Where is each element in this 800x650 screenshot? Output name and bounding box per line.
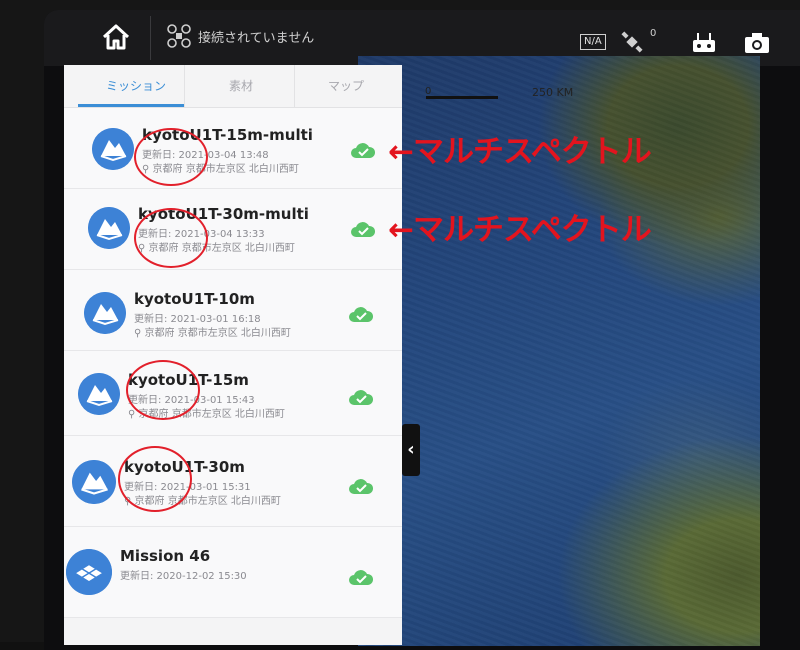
mission-title: Mission 46: [120, 547, 211, 565]
annotation-label: ←マルチスペクトル: [388, 212, 652, 248]
tab-map[interactable]: マップ: [328, 77, 364, 94]
map-scale-label: 250 KM: [532, 86, 574, 99]
annotation-circle: [134, 208, 208, 268]
tab-divider: [294, 65, 295, 107]
mission-mapping-icon: [84, 292, 126, 334]
remote-controller-icon[interactable]: [692, 32, 716, 54]
panel-tabs: ミッション 素材 マップ: [64, 65, 402, 108]
tab-materials[interactable]: 素材: [229, 77, 253, 94]
cloud-synced-icon: [349, 390, 374, 405]
cloud-synced-icon: [349, 570, 374, 585]
mission-list-item[interactable]: kyotoU1T-15m 更新日: 2021-03-01 15:43 ⚲ 京都府…: [64, 351, 402, 436]
collapse-panel-button[interactable]: ‹: [402, 424, 420, 476]
active-tab-indicator: [78, 104, 184, 107]
mission-location: ⚲ 京都府 京都市左京区 北白川西町: [134, 328, 291, 339]
annotation-label: ←マルチスペクトル: [388, 134, 652, 170]
camera-icon[interactable]: [744, 32, 770, 54]
drone-icon: [167, 24, 191, 48]
connection-status: 接続されていません: [198, 31, 315, 46]
cloud-synced-icon: [349, 479, 374, 494]
annotation-circle: [126, 360, 200, 420]
mission-list-item[interactable]: kyotoU1T-30m-multi 更新日: 2021-03-04 13:33…: [64, 189, 402, 270]
cloud-synced-icon: [351, 143, 376, 158]
satellite-icon: [621, 31, 643, 53]
tab-divider: [184, 65, 185, 107]
mission-list-item[interactable]: kyotoU1T-15m-multi 更新日: 2021-03-04 13:48…: [64, 108, 402, 189]
mission-mapping-icon: [92, 128, 134, 170]
cloud-synced-icon: [351, 222, 376, 237]
gps-status-badge: N/A: [580, 34, 606, 50]
annotation-circle: [134, 128, 208, 186]
mission-location-text: 京都府 京都市左京区 北白川西町: [144, 328, 291, 339]
mission-updated-date: 更新日: 2021-03-01 16:18: [134, 314, 261, 325]
mission-list-item[interactable]: kyotoU1T-10m 更新日: 2021-03-01 16:18 ⚲ 京都府…: [64, 270, 402, 351]
mission-updated-date: 更新日: 2020-12-02 15:30: [120, 571, 247, 582]
mission-mapping-icon: [88, 207, 130, 249]
mission-list-item[interactable]: Mission 46 更新日: 2020-12-02 15:30: [64, 527, 402, 618]
map-scale-bar: [426, 96, 498, 99]
satellite-count: 0: [650, 28, 657, 39]
top-bar-divider: [150, 16, 151, 60]
cloud-synced-icon: [349, 307, 374, 322]
home-icon[interactable]: [99, 20, 133, 54]
mission-panel: ミッション 素材 マップ kyotoU1T-15m-multi 更新日: 202…: [64, 65, 402, 645]
mission-mapping-icon: [78, 373, 120, 415]
mission-title: kyotoU1T-10m: [134, 290, 255, 308]
mission-mapping-icon: [72, 460, 116, 504]
mission-waypoint-grid-icon: [66, 549, 112, 595]
tab-mission[interactable]: ミッション: [106, 77, 166, 94]
annotation-circle: [118, 446, 192, 512]
mission-list-item[interactable]: kyotoU1T-30m 更新日: 2021-03-01 15:31 ⚲ 京都府…: [64, 436, 402, 527]
